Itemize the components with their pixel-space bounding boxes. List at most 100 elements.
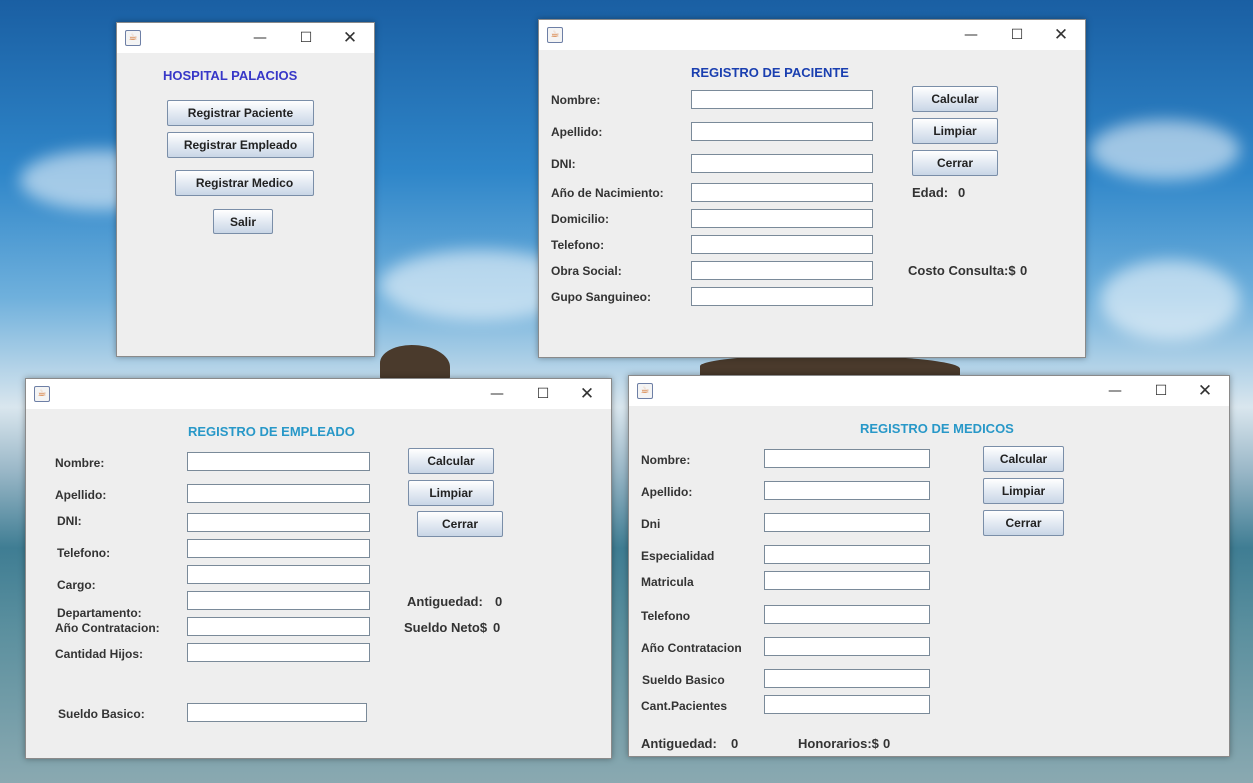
nombre-label: Nombre: xyxy=(641,453,691,467)
nombre-field[interactable] xyxy=(691,90,873,109)
maximize-icon[interactable]: ☐ xyxy=(995,20,1039,50)
matricula-field[interactable] xyxy=(764,571,930,590)
minimize-icon[interactable]: — xyxy=(949,20,993,50)
titlebar[interactable]: ☕ — ☐ ✕ xyxy=(629,376,1229,406)
dni-field[interactable] xyxy=(187,513,370,532)
java-icon: ☕ xyxy=(125,30,141,46)
sueldo-basico-field[interactable] xyxy=(187,703,367,722)
form-title: REGISTRO DE MEDICOS xyxy=(860,421,1014,436)
maximize-icon[interactable]: ☐ xyxy=(1139,376,1183,406)
registrar-empleado-button[interactable]: Registrar Empleado xyxy=(167,132,314,158)
dni-label: DNI: xyxy=(551,157,576,171)
titlebar[interactable]: ☕ — ☐ ✕ xyxy=(26,379,611,409)
grupo-sanguineo-label: Gupo Sanguineo: xyxy=(551,290,651,304)
telefono-field[interactable] xyxy=(764,605,930,624)
edad-value: 0 xyxy=(958,185,966,200)
anio-contratacion-label: Año Contratacion xyxy=(641,641,742,655)
nombre-label: Nombre: xyxy=(55,456,105,470)
antiguedad-label: Antiguedad: xyxy=(641,736,717,751)
apellido-label: Apellido: xyxy=(641,485,693,499)
close-icon[interactable]: ✕ xyxy=(565,379,609,409)
obra-social-field[interactable] xyxy=(691,261,873,280)
honorarios-label: Honorarios:$ xyxy=(798,736,879,751)
java-icon: ☕ xyxy=(34,386,50,402)
cantidad-hijos-label: Cantidad Hijos: xyxy=(55,647,144,661)
form-title: REGISTRO DE EMPLEADO xyxy=(188,424,355,439)
empleado-window: ☕ — ☐ ✕ REGISTRO DE EMPLEADO Nombre: Ape… xyxy=(25,378,612,759)
close-icon[interactable]: ✕ xyxy=(1183,376,1227,406)
java-icon: ☕ xyxy=(637,383,653,399)
anio-contratacion-field[interactable] xyxy=(764,637,930,656)
cantidad-hijos-field[interactable] xyxy=(187,643,370,662)
cant-pacientes-label: Cant.Pacientes xyxy=(641,699,728,713)
especialidad-field[interactable] xyxy=(764,545,930,564)
anio-nacimiento-field[interactable] xyxy=(691,183,873,202)
especialidad-label: Especialidad xyxy=(641,549,715,563)
sueldo-neto-value: 0 xyxy=(493,620,501,635)
salir-button[interactable]: Salir xyxy=(213,209,273,234)
apellido-field[interactable] xyxy=(187,484,370,503)
telefono-label: Telefono: xyxy=(551,238,605,252)
cloud xyxy=(1090,120,1240,180)
window-title: HOSPITAL PALACIOS xyxy=(163,68,298,83)
titlebar[interactable]: ☕ — ☐ ✕ xyxy=(539,20,1085,50)
calcular-button[interactable]: Calcular xyxy=(408,448,494,474)
antiguedad-value: 0 xyxy=(495,594,503,609)
sueldo-basico-label: Sueldo Basico xyxy=(642,673,725,687)
anio-contratacion-field[interactable] xyxy=(187,617,370,636)
calcular-button[interactable]: Calcular xyxy=(912,86,998,112)
limpiar-button[interactable]: Limpiar xyxy=(912,118,998,144)
nombre-field[interactable] xyxy=(764,449,930,468)
cerrar-button[interactable]: Cerrar xyxy=(417,511,503,537)
dni-field[interactable] xyxy=(764,513,930,532)
cargo-label: Cargo: xyxy=(57,578,96,592)
java-icon: ☕ xyxy=(547,27,563,43)
apellido-label: Apellido: xyxy=(55,488,107,502)
apellido-field[interactable] xyxy=(764,481,930,500)
edad-label: Edad: xyxy=(912,185,949,200)
sueldo-neto-label: Sueldo Neto$ xyxy=(404,620,488,635)
telefono-field[interactable] xyxy=(187,539,370,558)
limpiar-button[interactable]: Limpiar xyxy=(408,480,494,506)
sueldo-basico-field[interactable] xyxy=(764,669,930,688)
telefono-label: Telefono: xyxy=(57,546,111,560)
close-icon[interactable]: ✕ xyxy=(1039,20,1083,50)
dni-field[interactable] xyxy=(691,154,873,173)
telefono-label: Telefono xyxy=(641,609,691,623)
matricula-label: Matricula xyxy=(641,575,694,589)
domicilio-field[interactable] xyxy=(691,209,873,228)
telefono-field[interactable] xyxy=(691,235,873,254)
cerrar-button[interactable]: Cerrar xyxy=(983,510,1064,536)
domicilio-label: Domicilio: xyxy=(551,212,610,226)
apellido-field[interactable] xyxy=(691,122,873,141)
cant-pacientes-field[interactable] xyxy=(764,695,930,714)
nombre-field[interactable] xyxy=(187,452,370,471)
maximize-icon[interactable]: ☐ xyxy=(284,23,328,53)
minimize-icon[interactable]: — xyxy=(475,379,519,409)
anio-nacimiento-label: Año de Nacimiento: xyxy=(551,186,664,200)
cargo-field[interactable] xyxy=(187,565,370,584)
cloud xyxy=(1100,260,1240,340)
maximize-icon[interactable]: ☐ xyxy=(521,379,565,409)
minimize-icon[interactable]: — xyxy=(1093,376,1137,406)
registrar-paciente-button[interactable]: Registrar Paciente xyxy=(167,100,314,126)
antiguedad-label: Antiguedad: xyxy=(407,594,483,609)
antiguedad-value: 0 xyxy=(731,736,739,751)
costo-consulta-label: Costo Consulta:$ xyxy=(908,263,1016,278)
sueldo-basico-label: Sueldo Basico: xyxy=(58,707,145,721)
hospital-window: ☕ — ☐ ✕ HOSPITAL PALACIOS Registrar Paci… xyxy=(116,22,375,357)
honorarios-value: 0 xyxy=(883,736,891,751)
departamento-label: Departamento: xyxy=(57,606,142,620)
calcular-button[interactable]: Calcular xyxy=(983,446,1064,472)
grupo-sanguineo-field[interactable] xyxy=(691,287,873,306)
costo-consulta-value: 0 xyxy=(1020,263,1028,278)
registrar-medico-button[interactable]: Registrar Medico xyxy=(175,170,314,196)
anio-contratacion-label: Año Contratacion: xyxy=(55,621,160,635)
departamento-field[interactable] xyxy=(187,591,370,610)
cerrar-button[interactable]: Cerrar xyxy=(912,150,998,176)
minimize-icon[interactable]: — xyxy=(238,23,282,53)
close-icon[interactable]: ✕ xyxy=(328,23,372,53)
limpiar-button[interactable]: Limpiar xyxy=(983,478,1064,504)
titlebar[interactable]: ☕ — ☐ ✕ xyxy=(117,23,374,53)
obra-social-label: Obra Social: xyxy=(551,264,622,278)
